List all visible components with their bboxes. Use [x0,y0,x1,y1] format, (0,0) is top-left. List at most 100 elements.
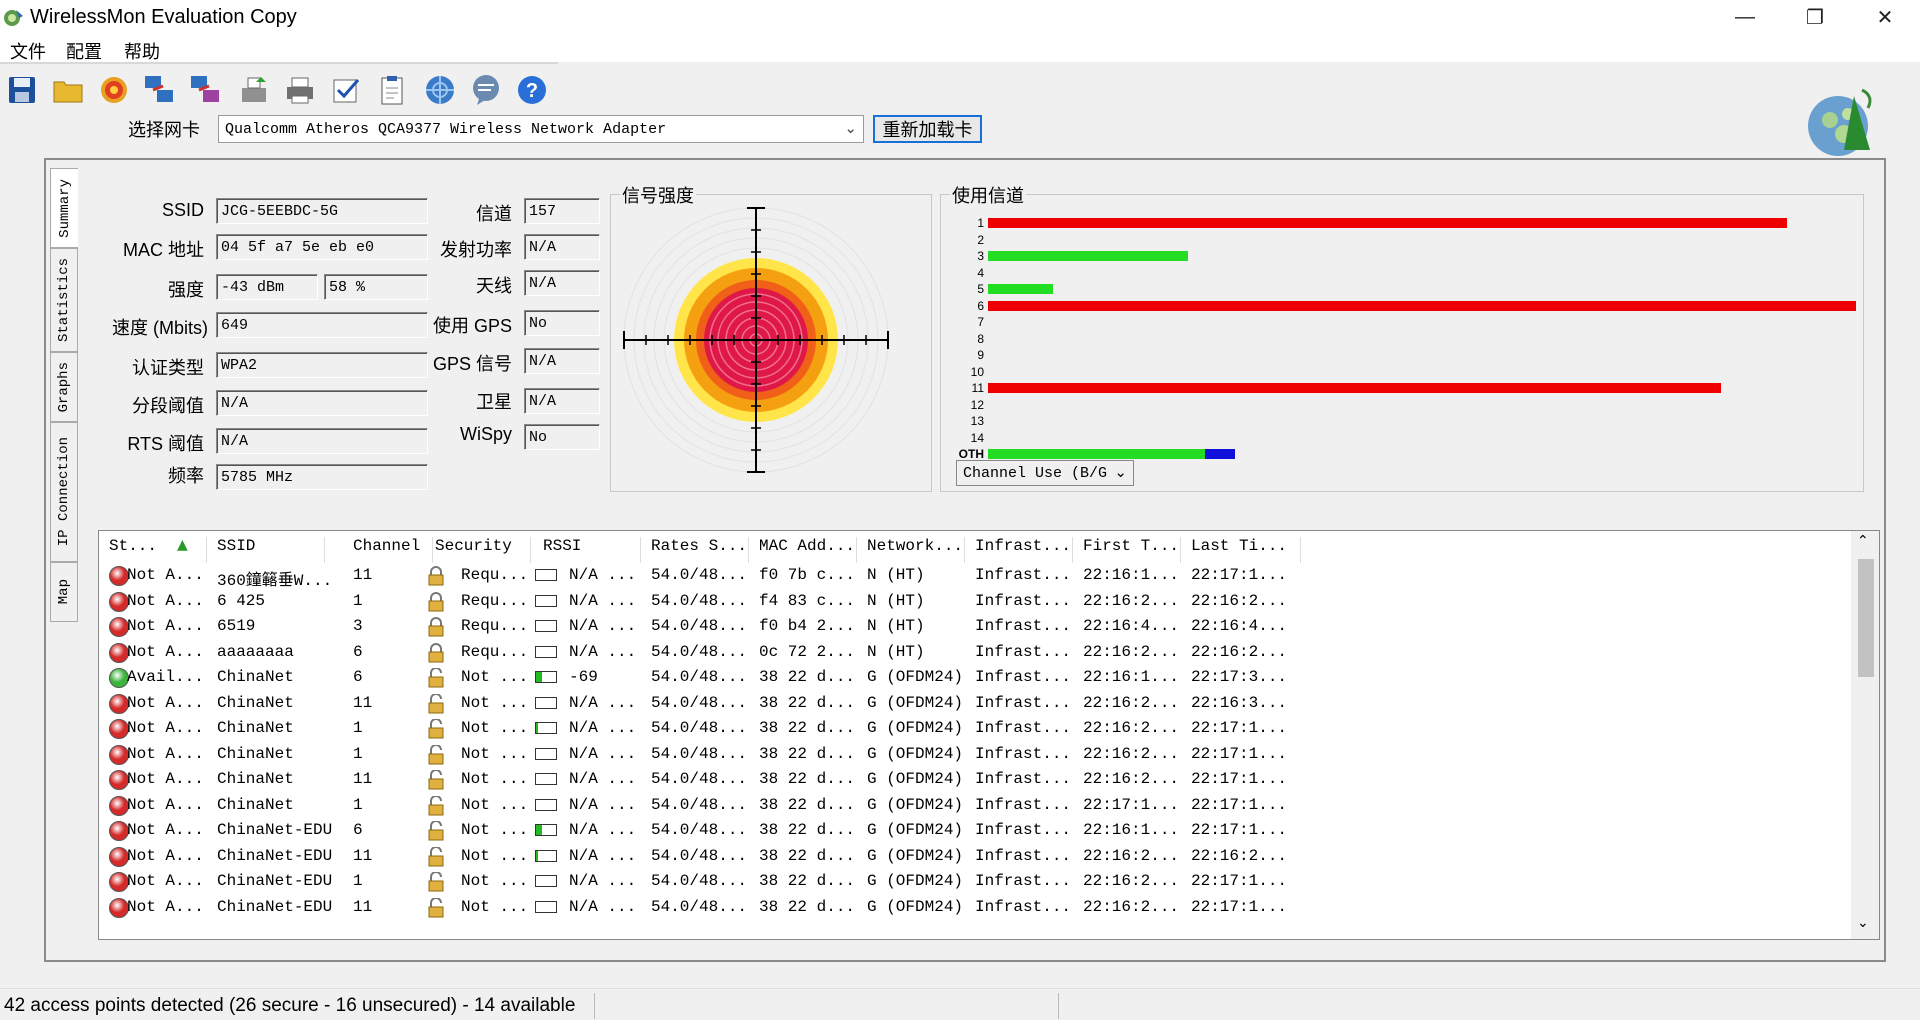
mac-cell: 38 22 d... [759,719,856,737]
column-last-time[interactable]: Last Ti... [1191,537,1301,563]
rssi-meter [535,569,557,581]
table-row[interactable]: Not A... ChinaNet-EDU 1 Not ... N/A ... 54.0/… [99,869,1851,895]
status-text: Not A... [127,591,204,610]
rssi-meter [535,798,557,811]
close-button[interactable]: ✕ [1850,0,1920,34]
infrastructure-cell: Infrast... [975,897,1072,916]
export-icon[interactable] [236,72,272,108]
scroll-down-icon[interactable]: ⌄ [1857,915,1869,931]
column-security[interactable]: Security [435,537,531,563]
infrastructure-cell: Infrast... [975,795,1072,814]
clipboard-icon[interactable] [374,72,410,108]
scroll-thumb[interactable] [1858,559,1874,677]
svg-text:?: ? [526,80,538,102]
table-row[interactable]: Not A... ChinaNet 11 Not ... N/A ... 54.0/48.… [99,691,1851,717]
column-infrastructure[interactable]: Infrast... [975,537,1073,563]
status-indicator-icon [109,693,129,714]
adapter-select[interactable]: Qualcomm Atheros QCA9377 Wireless Networ… [218,115,864,143]
list-scrollbar[interactable]: ⌃ ⌄ [1851,531,1879,939]
satellite-label: 卫星 [476,392,512,412]
channel-use-select[interactable]: Channel Use (B/G ⌄ [956,460,1134,486]
status-indicator-icon [109,719,129,739]
unlock-icon [428,744,444,764]
unlock-icon [428,693,444,713]
infrastructure-cell: Infrast... [975,591,1072,610]
table-row[interactable]: Not A... 6 425 1 Requ... N/A ... 54.0/48... f4… [99,589,1851,615]
table-row[interactable]: Not A... ChinaNet 11 Not ... N/A ... 54.0/48.… [99,767,1851,793]
adapter-label: 选择网卡 [128,120,200,140]
status-indicator-icon [109,591,129,612]
table-row[interactable]: Not A... ChinaNet 1 Not ... N/A ... 54.0/48..… [99,742,1851,768]
open-folder-icon[interactable] [50,72,86,108]
ssid-cell: ChinaNet [217,744,294,763]
infrastructure-cell: Infrast... [975,846,1072,865]
tab-graphs[interactable]: Graphs [50,352,78,422]
rssi-cell: N/A ... [569,897,637,916]
minimize-button[interactable]: — [1710,0,1780,34]
last-time-cell: 22:17:1... [1191,566,1288,584]
rssi-cell: N/A ... [569,591,637,610]
network-compare-icon[interactable] [142,72,178,108]
tab-summary[interactable]: Summary [50,168,78,248]
ssid-cell: ChinaNet [217,668,294,686]
channel-cell: 6 [353,821,363,839]
network-cell: G (OFDM24) [867,846,964,865]
table-row[interactable]: Not A... aaaaaaaa 6 Requ... N/A ... 54.0/48..… [99,640,1851,666]
table-row[interactable]: Not A... 360鐘簵垂W... 11 Requ... N/A ... 54.0/4… [99,563,1851,590]
column-rates[interactable]: Rates S... [651,537,749,563]
scroll-up-icon[interactable]: ⌃ [1857,533,1869,549]
tab-statistics[interactable]: Statistics [50,248,78,352]
target-icon[interactable] [96,72,132,108]
mac-field: 04 5f a7 5e eb e0 [216,234,428,260]
channel-number: 13 [970,414,984,428]
table-row[interactable]: Not A... ChinaNet-EDU 11 Not ... N/A ... 54.0… [99,895,1851,921]
channel-usage-bar [988,218,1787,228]
infrastructure-cell: Infrast... [975,693,1072,712]
column-channel[interactable]: Channel [353,537,433,563]
network-compare-2-icon[interactable] [188,72,224,108]
ssid-label: SSID [161,200,204,220]
menu-config[interactable]: 配置 [66,38,102,64]
strength-label: 强度 [168,280,204,300]
table-row[interactable]: Not A... 6519 3 Requ... N/A ... 54.0/48... f0 … [99,614,1851,640]
column-status[interactable]: St... ▲ [109,537,207,563]
toolbar: ? [0,66,600,116]
ssid-cell: 6519 [217,617,256,635]
menu-help[interactable]: 帮助 [124,38,160,64]
first-time-cell: 22:16:2... [1083,591,1180,610]
channel-cell: 1 [353,744,363,763]
save-icon[interactable] [4,72,40,108]
column-rssi[interactable]: RSSI [543,537,641,563]
column-mac[interactable]: MAC Add... [759,537,857,563]
table-row[interactable]: Not A... ChinaNet 1 Not ... N/A ... 54.0/48..… [99,716,1851,742]
frag-threshold-label: 分段阈值 [132,396,204,416]
globe-search-icon[interactable] [422,72,458,108]
table-row[interactable]: Not A... ChinaNet-EDU 11 Not ... N/A ... 54.0… [99,844,1851,870]
channel-usage-bar [988,251,1188,261]
column-ssid[interactable]: SSID [217,537,325,563]
validate-icon[interactable] [328,72,364,108]
tab-map[interactable]: Map [50,562,78,622]
menu-file[interactable]: 文件 [10,38,46,64]
column-network[interactable]: Network... [867,537,965,563]
rssi-meter [535,747,557,760]
first-time-cell: 22:16:2... [1083,846,1180,865]
column-first-time[interactable]: First T... [1083,537,1181,563]
restore-button[interactable]: ❐ [1780,0,1850,34]
rates-cell: 54.0/48... [651,668,748,686]
table-row[interactable]: Avail... ChinaNet 6 Not ... -69 54.0/48... 38 … [99,665,1851,691]
chat-icon[interactable] [468,72,504,108]
table-row[interactable]: Not A... ChinaNet 1 Not ... N/A ... 54.0/48..… [99,793,1851,819]
tab-ip-connection[interactable]: IP Connection [50,422,78,562]
mac-cell: f0 7b c... [759,566,856,584]
print-icon[interactable] [282,72,318,108]
channel-cell: 3 [353,617,363,635]
rssi-meter-fill [536,672,542,682]
help-icon[interactable]: ? [514,72,550,108]
table-row[interactable]: Not A... ChinaNet-EDU 6 Not ... N/A ... 54.0/… [99,818,1851,844]
reload-card-button[interactable]: 重新加载卡 [873,115,982,143]
channel-number: 3 [977,249,984,263]
rssi-cell: N/A ... [569,821,637,839]
channel-usage-bar [988,449,1205,459]
status-text: Not A... [127,872,204,890]
